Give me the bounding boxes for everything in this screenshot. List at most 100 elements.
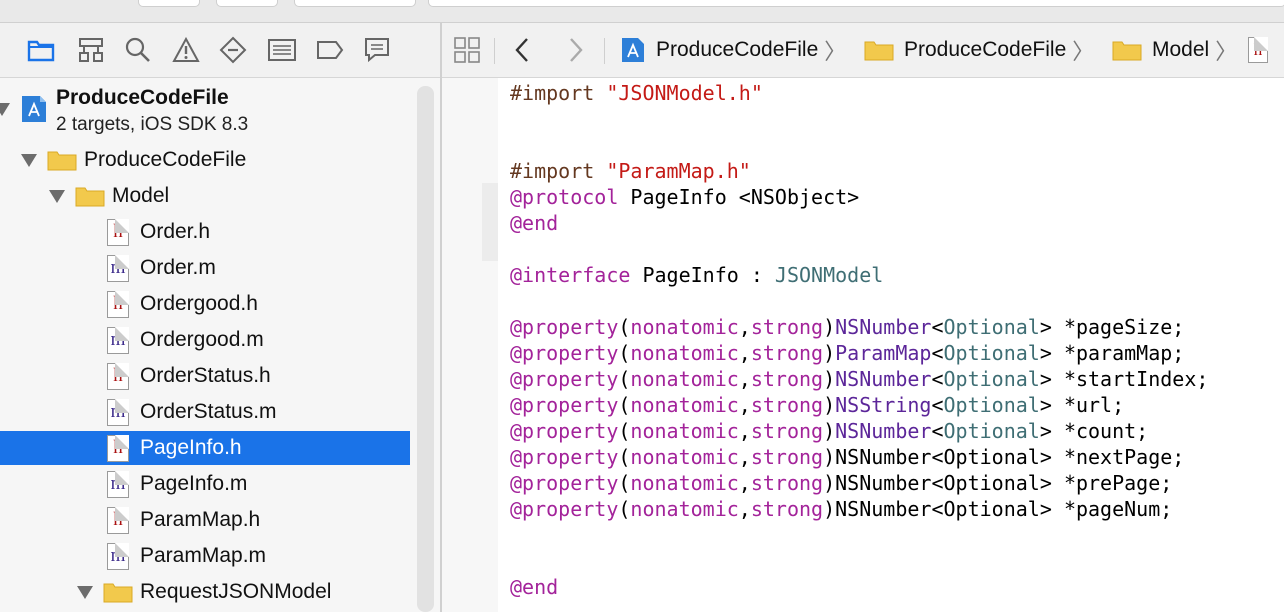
navigator-scrollbar[interactable]: [417, 86, 434, 612]
attribute-nonatomic: nonatomic: [630, 341, 739, 365]
property-name: *prePage;: [1063, 471, 1173, 495]
optional-protocol: Optional: [943, 497, 1040, 521]
property-line: @property(nonatomic,strong)NSNumber<Opti…: [510, 314, 1184, 340]
toolbar-button[interactable]: [216, 0, 278, 7]
chevron-right-icon: 〉: [1072, 39, 1095, 64]
paren: ): [823, 393, 836, 417]
breadcrumb-label: ProduceCodeFile: [656, 38, 819, 61]
import-path: "ParamMap.h": [606, 159, 751, 183]
breadcrumb-project[interactable]: ProduceCodeFile 〉: [620, 23, 846, 77]
property-type: NSNumber: [835, 497, 932, 521]
property-keyword: @property: [510, 497, 619, 521]
list-icon[interactable]: [268, 36, 296, 64]
file-row[interactable]: m PageInfo.m: [0, 467, 410, 501]
comma: ,: [738, 315, 751, 339]
source-editor[interactable]: #import "JSONModel.h" #import "ParamMap.…: [510, 78, 1284, 612]
search-icon[interactable]: [124, 36, 152, 64]
implementation-file-icon: m: [107, 399, 129, 426]
toolbar-status-field: [428, 0, 1284, 7]
breadcrumb-model[interactable]: Model 〉: [1112, 23, 1237, 77]
file-label: Ordergood.h: [140, 292, 258, 315]
file-row[interactable]: h OrderStatus.h: [0, 359, 410, 393]
warning-icon[interactable]: [172, 36, 200, 64]
property-name: *nextPage;: [1063, 445, 1185, 469]
breadcrumb-group[interactable]: ProduceCodeFile 〉: [864, 23, 1094, 77]
file-row[interactable]: h Ordergood.h: [0, 287, 410, 321]
group-label: Model: [112, 184, 170, 207]
attribute-nonatomic: nonatomic: [630, 393, 739, 417]
breadcrumb-label: ProduceCodeFile: [904, 38, 1067, 61]
folder-icon[interactable]: [27, 36, 55, 64]
attribute-nonatomic: nonatomic: [630, 497, 739, 521]
optional-protocol: Optional: [943, 419, 1040, 443]
optional-protocol: Optional: [943, 471, 1040, 495]
implementation-file-icon: m: [107, 471, 129, 498]
file-row[interactable]: h ParamMap.h: [0, 503, 410, 537]
disclosure-triangle[interactable]: [77, 586, 93, 599]
attribute-nonatomic: nonatomic: [630, 367, 739, 391]
angle-bracket: >: [1039, 393, 1064, 417]
property-keyword: @property: [510, 419, 619, 443]
header-file-icon: h: [107, 435, 129, 462]
import-path: "JSONModel.h": [606, 81, 763, 105]
chevron-right-icon: 〉: [1215, 39, 1238, 64]
breadcrumb-file[interactable]: h: [1248, 23, 1268, 77]
property-line: @property(nonatomic,strong)NSNumber<Opti…: [510, 418, 1148, 444]
file-label: Ordergood.m: [140, 328, 264, 351]
hierarchy-icon[interactable]: [77, 36, 105, 64]
disclosure-triangle[interactable]: [0, 103, 10, 116]
property-type: NSNumber: [835, 315, 932, 339]
gutter-highlight: [482, 209, 498, 235]
group-requestjsonmodel[interactable]: RequestJSONModel: [0, 575, 410, 609]
back-arrow-icon[interactable]: [514, 23, 530, 77]
file-row[interactable]: m OrderStatus.m: [0, 395, 410, 429]
protocol-declaration: PageInfo <NSObject>: [618, 185, 860, 209]
disclosure-triangle[interactable]: [49, 190, 65, 203]
paren: (: [618, 393, 631, 417]
header-file-icon: h: [107, 219, 129, 246]
attribute-strong: strong: [750, 315, 824, 339]
implementation-file-icon: m: [107, 543, 129, 570]
related-items-icon[interactable]: [454, 23, 480, 77]
file-row[interactable]: h PageInfo.h: [0, 431, 410, 465]
comment-icon[interactable]: [363, 36, 391, 64]
property-keyword: @property: [510, 471, 619, 495]
property-name: *pageSize;: [1063, 315, 1185, 339]
import-directive: #import: [510, 159, 607, 183]
disclosure-triangle[interactable]: [21, 154, 37, 167]
property-name: *url;: [1063, 393, 1125, 417]
group-model[interactable]: Model: [0, 179, 410, 213]
paren: ): [823, 315, 836, 339]
code-line: @interface PageInfo : JSONModel: [510, 262, 883, 288]
end-keyword: @end: [510, 575, 559, 599]
optional-protocol: Optional: [943, 315, 1040, 339]
code-line: @end: [510, 210, 558, 236]
file-label: Order.m: [140, 256, 216, 279]
paren: (: [618, 341, 631, 365]
group-producecodefile[interactable]: ProduceCodeFile: [0, 143, 410, 177]
project-icon: [622, 38, 644, 62]
property-line: @property(nonatomic,strong)NSNumber<Opti…: [510, 366, 1208, 392]
jump-bar: ProduceCodeFile 〉 ProduceCodeFile 〉 Mode…: [442, 23, 1284, 78]
code-line: @end: [510, 574, 558, 600]
paren: (: [618, 315, 631, 339]
property-line: @property(nonatomic,strong)NSNumber<Opti…: [510, 496, 1172, 522]
file-row[interactable]: h Order.h: [0, 215, 410, 249]
attribute-strong: strong: [750, 393, 824, 417]
header-file-icon: h: [107, 291, 129, 318]
forward-arrow-icon[interactable]: [568, 23, 584, 77]
toolbar-button[interactable]: [138, 0, 200, 7]
diamond-icon[interactable]: [219, 36, 247, 64]
property-name: *pageNum;: [1063, 497, 1173, 521]
end-keyword: @end: [510, 211, 559, 235]
property-type: NSNumber: [835, 419, 932, 443]
toolbar-button[interactable]: [294, 0, 416, 7]
file-row[interactable]: m Order.m: [0, 251, 410, 285]
import-directive: #import: [510, 81, 607, 105]
paren: (: [618, 419, 631, 443]
tag-icon[interactable]: [316, 36, 344, 64]
file-row[interactable]: m Ordergood.m: [0, 323, 410, 357]
file-row[interactable]: m ParamMap.m: [0, 539, 410, 573]
paren: (: [618, 367, 631, 391]
project-name[interactable]: ProduceCodeFile: [56, 86, 229, 110]
